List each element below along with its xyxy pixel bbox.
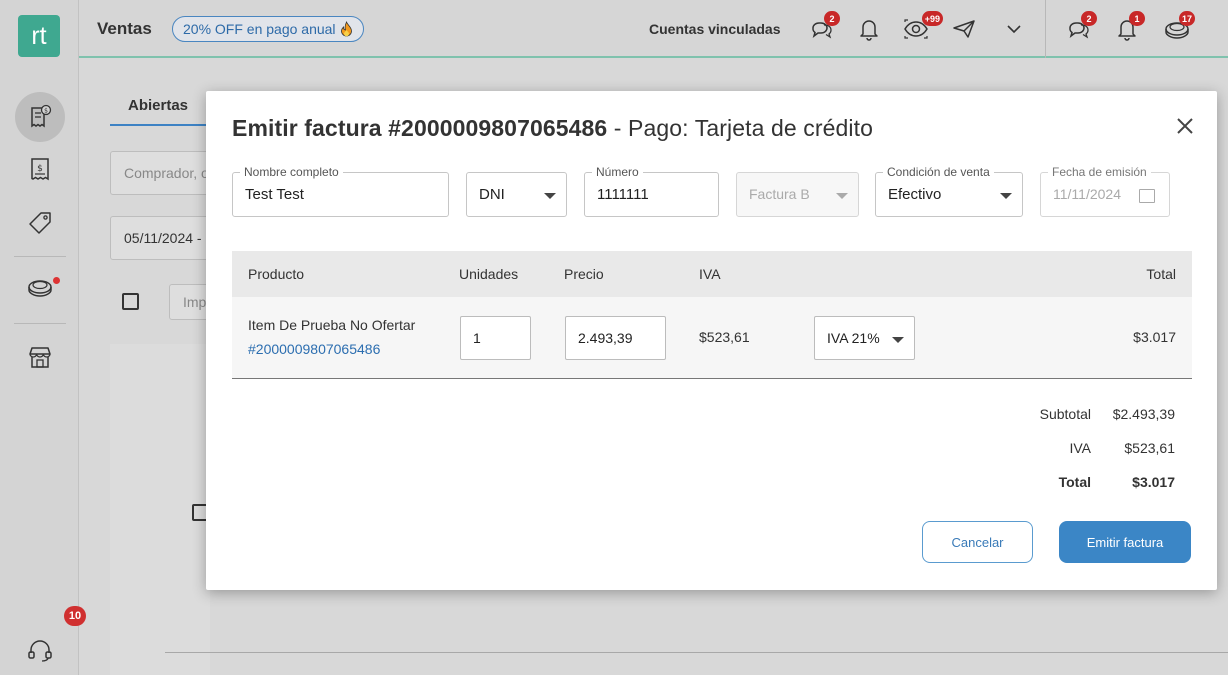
sale-condition-value: Efectivo [888, 186, 942, 203]
col-product: Producto [248, 266, 305, 282]
document-number-value: 1111111 [597, 186, 649, 203]
subtotal-value: $2.493,39 [1112, 406, 1175, 422]
issue-date-value: 11/11/2024 [1053, 186, 1121, 202]
notification-badge: 17 [1178, 11, 1195, 26]
send-icon [953, 20, 975, 38]
emit-invoice-button[interactable]: Emitir factura [1059, 521, 1191, 563]
document-number-label: Número [592, 165, 643, 179]
svg-text:$: $ [44, 108, 48, 115]
date-range-input[interactable]: 05/11/2024 - [110, 216, 220, 260]
account-messages-button[interactable]: 2 [1064, 11, 1097, 44]
sidebar-divider [14, 323, 66, 324]
document-type-value: DNI [479, 186, 505, 203]
dropdown-caret-icon [1000, 193, 1012, 199]
cancel-button[interactable]: Cancelar [922, 521, 1033, 563]
subtotal-label: Subtotal [1039, 406, 1091, 422]
iva-amount: $523,61 [699, 329, 750, 345]
sidebar-item-help[interactable] [14, 630, 66, 672]
calendar-icon [1139, 189, 1155, 203]
dropdown-caret-icon [836, 193, 848, 199]
price-tag-icon [29, 212, 51, 234]
notification-badge: +99 [921, 11, 943, 26]
modal-title: Emitir factura #2000009807065486 - Pago:… [232, 115, 873, 142]
sale-condition-label: Condición de venta [883, 165, 994, 179]
sidebar-item-payments[interactable] [14, 266, 66, 308]
iva-rate-select[interactable]: IVA 21% [814, 316, 915, 360]
accounts-dropdown[interactable] [999, 14, 1029, 44]
issue-date-field: Fecha de emisión 11/11/2024 [1040, 165, 1170, 217]
bell-icon [860, 20, 878, 41]
headset-icon [28, 640, 52, 662]
dropdown-caret-icon [892, 337, 904, 343]
fire-icon [340, 21, 352, 37]
sidebar: rt $ $ 10 [0, 0, 86, 675]
invoice-dollar-icon: $ [31, 158, 49, 181]
col-units: Unidades [459, 266, 519, 282]
top-bar-divider [1045, 0, 1046, 58]
page-title: Ventas [97, 19, 152, 38]
app-logo[interactable]: rt [18, 15, 60, 57]
invoice-type-value: Factura B [749, 186, 810, 202]
coins-icon [28, 280, 52, 297]
modal-title-payment: - Pago: Tarjeta de crédito [607, 115, 873, 141]
document-type-select[interactable]: DNI [466, 172, 567, 217]
units-input[interactable]: 1 [460, 316, 531, 360]
sidebar-item-invoices[interactable]: $ [14, 148, 66, 190]
top-bar: Ventas 20% OFF en pago anual Cuentas vin… [79, 0, 1228, 58]
promo-label: 20% OFF en pago anual [183, 21, 336, 37]
issue-invoice-modal: Emitir factura #2000009807065486 - Pago:… [206, 91, 1217, 590]
price-input[interactable]: 2.493,39 [565, 316, 666, 360]
iva-rate-value: IVA 21% [827, 330, 880, 346]
close-button[interactable] [1172, 113, 1198, 139]
notification-dot [53, 277, 60, 284]
full-name-value: Test Test [245, 186, 304, 203]
document-number-field[interactable]: Número 1111111 [584, 165, 719, 217]
views-button[interactable]: +99 [901, 11, 943, 44]
col-price: Precio [564, 266, 604, 282]
full-name-label: Nombre completo [240, 165, 343, 179]
invoice-type-select: Factura B [736, 172, 859, 217]
help-badge: 10 [64, 606, 86, 626]
dropdown-caret-icon [544, 193, 556, 199]
grand-total-value: $3.017 [1132, 474, 1175, 490]
tab-open[interactable]: Abiertas [110, 86, 206, 126]
sidebar-divider [14, 256, 66, 257]
table-row: Item De Prueba No Ofertar #2000009807065… [232, 297, 1192, 379]
row-total: $3.017 [1133, 329, 1176, 345]
messages-button[interactable]: 2 [807, 11, 840, 44]
col-total: Total [1146, 266, 1176, 282]
svg-text:$: $ [37, 164, 43, 174]
account-notifications-button[interactable]: 1 [1112, 11, 1145, 44]
buyer-search-input[interactable]: Comprador, o [110, 151, 220, 195]
account-payments-button[interactable]: 17 [1162, 11, 1195, 44]
product-name: Item De Prueba No Ofertar [248, 317, 416, 333]
col-iva: IVA [699, 266, 721, 282]
send-button[interactable] [949, 14, 979, 44]
notification-badge: 2 [824, 11, 840, 26]
sale-condition-select[interactable]: Condición de venta Efectivo [875, 165, 1023, 217]
close-icon [1177, 118, 1193, 134]
receipt-dollar-icon: $ [31, 104, 52, 128]
promo-badge[interactable]: 20% OFF en pago anual [172, 16, 364, 42]
notification-badge: 2 [1081, 11, 1097, 26]
modal-title-order: Emitir factura #2000009807065486 [232, 115, 608, 141]
iva-total-label: IVA [1069, 440, 1091, 456]
chevron-down-icon [1007, 25, 1021, 34]
store-icon [29, 347, 51, 368]
full-name-field[interactable]: Nombre completo Test Test [232, 165, 449, 217]
notifications-button[interactable] [854, 14, 884, 44]
sidebar-item-store[interactable] [14, 336, 66, 378]
product-id-link[interactable]: #2000009807065486 [248, 341, 380, 357]
items-table-header: Producto Unidades Precio IVA Total [232, 251, 1192, 297]
select-all-checkbox[interactable] [122, 293, 139, 310]
issue-date-label: Fecha de emisión [1048, 165, 1151, 179]
list-divider [165, 652, 1228, 653]
linked-accounts-label[interactable]: Cuentas vinculadas [649, 21, 781, 37]
notification-badge: 1 [1129, 11, 1145, 26]
iva-total-value: $523,61 [1124, 440, 1175, 456]
sidebar-item-sales[interactable]: $ [15, 92, 65, 142]
grand-total-label: Total [1058, 474, 1091, 490]
sidebar-item-products[interactable] [14, 202, 66, 244]
